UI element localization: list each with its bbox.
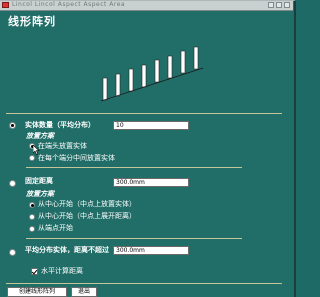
- count-option-middle-label: 在每个端分中间放置实体: [38, 154, 115, 162]
- minimize-button[interactable]: [268, 2, 274, 8]
- separator-1: [26, 167, 242, 168]
- fixed-option-end-label: 从端点开始: [38, 224, 73, 232]
- exit-button[interactable]: 退出: [71, 287, 97, 297]
- title-bar: Lincol Lincol Aspect Aspect Area: [0, 1, 293, 11]
- fixed-option-end-radio[interactable]: [29, 226, 35, 232]
- close-button[interactable]: [284, 2, 290, 8]
- count-mode-radio[interactable]: [9, 122, 16, 129]
- separator-2: [26, 238, 242, 239]
- dialog-window: Lincol Lincol Aspect Aspect Area 线形阵列 实体…: [0, 0, 296, 297]
- avg-distance-input[interactable]: 300.0mm: [113, 246, 189, 255]
- count-mode-label: 实体数量（平均分布）: [25, 121, 95, 129]
- maximize-button[interactable]: [276, 2, 282, 8]
- count-option-ends-label: 在端头放置实体: [38, 142, 87, 150]
- mouse-cursor-icon: [33, 145, 40, 155]
- fixed-distance-input[interactable]: 300.0mm: [113, 178, 189, 187]
- window-caption: Lincol Lincol Aspect Aspect Area: [12, 1, 126, 8]
- fixed-distance-label: 固定距离: [25, 177, 53, 185]
- separator-top: [6, 113, 282, 114]
- fixed-placement-heading: 放置方案: [26, 190, 54, 198]
- fixed-option-center-spread-radio[interactable]: [29, 214, 35, 220]
- app-icon: [2, 2, 9, 8]
- fixed-option-center-entity-radio[interactable]: [29, 202, 35, 208]
- separator-bottom: [6, 283, 282, 284]
- fixed-option-center-entity-label: 从中心开始（中点上放置实体）: [38, 200, 136, 208]
- create-array-button[interactable]: 创建线形阵列: [7, 287, 67, 297]
- linear-array-preview: [100, 46, 204, 102]
- count-placement-heading: 放置方案: [26, 132, 54, 140]
- dialog-title: 线形阵列: [8, 15, 56, 28]
- fixed-option-center-spread-label: 从中心开始（中点上展开距离）: [38, 212, 136, 220]
- post-icon: [102, 46, 199, 101]
- window-controls: [268, 2, 290, 8]
- avg-distribution-radio[interactable]: [9, 249, 16, 256]
- horizontal-distance-label: 水平计算距离: [41, 267, 83, 275]
- avg-distribution-label: 平均分布实体，距离不超过: [25, 246, 109, 254]
- horizontal-distance-checkbox[interactable]: [31, 268, 38, 275]
- count-input[interactable]: 10: [113, 121, 189, 130]
- fixed-distance-radio[interactable]: [9, 180, 16, 187]
- count-option-middle-radio[interactable]: [29, 155, 35, 161]
